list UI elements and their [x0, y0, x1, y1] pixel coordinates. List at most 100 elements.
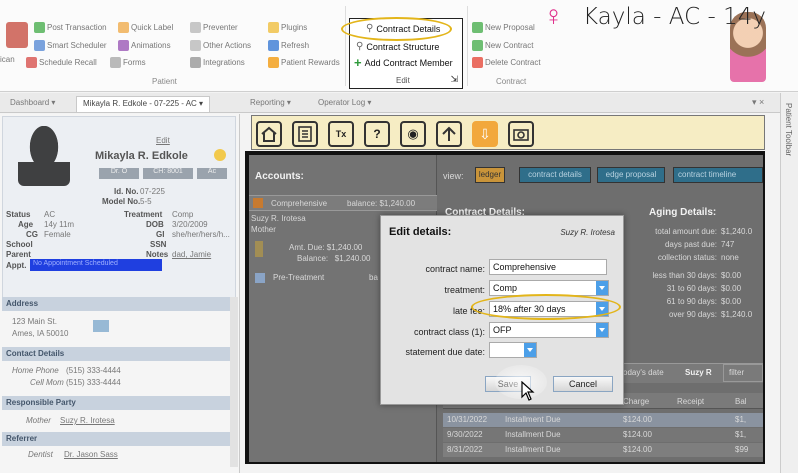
preventer-button[interactable]: Preventer [190, 22, 238, 33]
gi-label: GI [156, 230, 165, 239]
age-value: 14y 11m [44, 220, 75, 229]
table-row[interactable] [443, 413, 763, 427]
tab-patient[interactable]: Mikayla R. Edkole - 07-225 - AC ▾ [76, 96, 211, 112]
view-ledger-button[interactable]: ledger [475, 167, 505, 183]
cell-phone-label: Cell Mom [30, 378, 64, 387]
patient-toolbar-label[interactable]: Patient Toolbar [784, 103, 793, 156]
add-contract-member-button[interactable]: + Add Contract Member [354, 55, 453, 70]
rx-icon[interactable]: Tx [328, 121, 354, 147]
coin-icon [255, 241, 263, 257]
chevron-down-icon[interactable] [524, 343, 536, 357]
help-icon[interactable]: ? [364, 121, 390, 147]
aging-label: 31 to 60 days: [666, 284, 717, 293]
col-receipt[interactable]: Receipt [677, 397, 704, 406]
ssn-label: SSN [150, 240, 167, 249]
label-icon [118, 22, 129, 33]
col-bal[interactable]: Bal [735, 397, 747, 406]
address-section-header[interactable]: Address [2, 297, 230, 311]
accounts-title: Accounts: [255, 171, 304, 182]
filter-tab[interactable]: filter [723, 364, 763, 382]
mouse-cursor-icon [521, 380, 535, 404]
status-badge: Ac [197, 168, 227, 179]
id-no-value: 07-225 [140, 187, 165, 196]
highlight-ring [471, 294, 621, 320]
patient-rewards-button[interactable]: Patient Rewards [268, 57, 340, 68]
left-panel-scrollbar[interactable] [230, 297, 238, 467]
dob-label: DOB [146, 220, 164, 229]
schedule-recall-button[interactable]: Schedule Recall [26, 57, 97, 68]
account2-name[interactable]: Pre-Treatment [273, 273, 324, 282]
contract-name-label: contract name: [425, 264, 485, 274]
forms-button[interactable]: Forms [110, 57, 146, 68]
expand-icon[interactable] [255, 273, 265, 283]
ledger-icon[interactable] [292, 121, 318, 147]
tab-reporting[interactable]: Reporting ▾ [244, 96, 297, 112]
chevron-down-icon[interactable] [596, 323, 608, 337]
quick-label-button[interactable]: Quick Label [118, 22, 173, 33]
contract-name-input[interactable]: Comprehensive [489, 259, 607, 275]
tab-dashboard[interactable]: Dashboard ▾ [4, 96, 61, 112]
new-proposal-button[interactable]: New Proposal [472, 22, 535, 33]
ribbon-separator [467, 6, 468, 86]
model-no-label: Model No. [102, 197, 141, 206]
row-desc: Installment Due [505, 415, 561, 424]
plugins-button[interactable]: Plugins [268, 22, 307, 33]
aging-label: over 90 days: [668, 310, 717, 319]
row-bal: $99 [735, 445, 749, 454]
home-phone-value: (515) 333-4444 [66, 366, 121, 375]
animations-button[interactable]: Animations [118, 40, 171, 51]
delete-contract-button[interactable]: Delete Contract [472, 57, 541, 68]
chevron-down-icon[interactable] [596, 281, 608, 295]
notes-label: Notes [146, 250, 169, 259]
delete-icon [472, 57, 483, 68]
notes-value[interactable]: dad, Jamie [172, 250, 211, 259]
other-actions-button[interactable]: Other Actions [190, 40, 251, 51]
statement-due-select[interactable] [489, 342, 537, 358]
edit-link[interactable]: Edit [156, 136, 170, 145]
refresh-button[interactable]: Refresh [268, 40, 309, 51]
cancel-button[interactable]: Cancel [553, 376, 613, 392]
doctor-badge: Dr. O [99, 168, 139, 179]
balance-line: Balance: $1,240.00 [297, 254, 371, 263]
aging-values: $1,240.0 747 none $0.00 $0.00 $0.00 $1,2… [721, 227, 763, 323]
mother-value[interactable]: Suzy R. Irotesa [60, 416, 115, 425]
plus-icon: + [354, 55, 362, 70]
table-row[interactable] [443, 428, 763, 442]
col-charge[interactable]: Charge [623, 397, 649, 406]
chair-badge: CH: 8001 [143, 168, 193, 179]
post-transaction-button[interactable]: Post Transaction [34, 22, 107, 33]
dentist-value[interactable]: Dr. Jason Sass [64, 450, 118, 459]
collapse-icon[interactable] [253, 198, 263, 208]
tooth-icon[interactable]: ◉ [400, 121, 426, 147]
contract-structure-button[interactable]: ⚲ Contract Structure [356, 41, 439, 52]
camera-icon[interactable] [508, 121, 534, 147]
contract-class-select[interactable]: OFP [489, 322, 609, 338]
tab-operator-log[interactable]: Operator Log ▾ [312, 96, 377, 112]
contact-section-header[interactable]: Contact Details [2, 347, 230, 361]
status-label: Status [6, 210, 31, 219]
financial-icon[interactable]: ⇩ [472, 121, 498, 147]
dob-value: 3/20/2009 [172, 220, 208, 229]
home-icon[interactable] [256, 121, 282, 147]
view-edge-proposal-button[interactable]: edge proposal [597, 167, 665, 183]
appointment-value[interactable]: No Appointment Scheduled [30, 259, 162, 271]
view-contract-timeline-button[interactable]: contract timeline [673, 167, 763, 183]
ribbon-separator [345, 6, 346, 86]
view-contract-details-button[interactable]: contract details [519, 167, 591, 183]
tab-menu-icon[interactable]: ▾ × [752, 97, 764, 108]
integrations-button[interactable]: Integrations [190, 57, 245, 68]
smart-scheduler-button[interactable]: Smart Scheduler [34, 40, 107, 51]
dialog-launcher-icon[interactable]: ⇲ [450, 74, 458, 85]
treatment-value: Comp [172, 210, 194, 219]
responsible-section-header[interactable]: Responsible Party [2, 396, 230, 410]
referrer-section-header[interactable]: Referrer [2, 432, 230, 446]
table-row[interactable] [443, 443, 763, 457]
map-icon[interactable] [93, 320, 109, 332]
aging-label: days past due: [664, 240, 717, 249]
patient-info-panel: Edit Mikayla R. Edkole Dr. O CH: 8001 Ac… [0, 114, 240, 473]
new-contract-button[interactable]: New Contract [472, 40, 533, 51]
filter-date[interactable]: oday's date [623, 368, 664, 377]
rewards-icon [268, 57, 279, 68]
appointment-arrow-icon[interactable] [436, 121, 462, 147]
filter-person[interactable]: Suzy R [685, 368, 712, 377]
